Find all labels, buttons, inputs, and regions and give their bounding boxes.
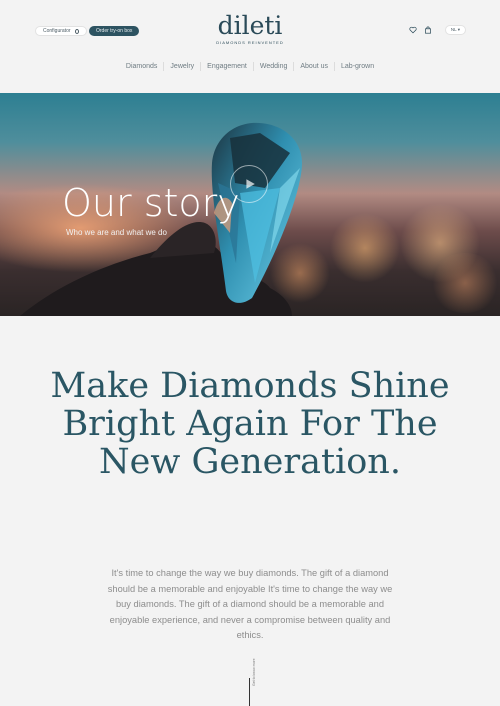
hero-banner: Our story Who we are and what we do (0, 93, 500, 316)
order-label: Order try-on box (96, 28, 133, 34)
intro-paragraph: It's time to change the way we buy diamo… (107, 568, 393, 640)
hero-title: Our story (62, 181, 240, 225)
nav-item-diamonds[interactable]: Diamonds (120, 62, 165, 71)
logo-tagline: DIAMONDS REINVENTED (216, 40, 284, 45)
headline: Make Diamonds Shine Bright Again For The… (50, 366, 450, 482)
top-bar: Configurator Order try-on box dileti DIA… (0, 0, 500, 60)
language-selector[interactable]: NL ▾ (444, 25, 466, 35)
language-label: NL (450, 27, 457, 32)
main-nav: Diamonds Jewelry Engagement Wedding Abou… (0, 62, 500, 71)
nav-item-about-us[interactable]: About us (294, 62, 336, 71)
configurator-label: Configurator (43, 28, 71, 34)
header-icons: NL ▾ (409, 25, 466, 35)
logo[interactable]: dileti DIAMONDS REINVENTED (200, 11, 300, 46)
configurator-button[interactable]: Configurator (35, 26, 87, 36)
order-try-on-box-button[interactable]: Order try-on box (89, 26, 140, 36)
ring-icon (74, 28, 79, 34)
scroll-line (249, 678, 250, 706)
nav-item-wedding[interactable]: Wedding (254, 62, 295, 71)
scroll-hint[interactable]: Get to know more (244, 658, 256, 706)
nav-item-jewelry[interactable]: Jewelry (164, 62, 202, 71)
scroll-hint-label: Get to know more (252, 658, 256, 686)
nav-item-engagement[interactable]: Engagement (201, 62, 254, 71)
heart-icon[interactable] (409, 26, 418, 35)
nav-item-lab-grown[interactable]: Lab-grown (335, 62, 380, 71)
bag-icon[interactable] (424, 26, 433, 35)
hero-subtitle: Who we are and what we do (66, 228, 167, 237)
logo-word: dileti (217, 11, 283, 40)
play-icon (246, 179, 255, 189)
